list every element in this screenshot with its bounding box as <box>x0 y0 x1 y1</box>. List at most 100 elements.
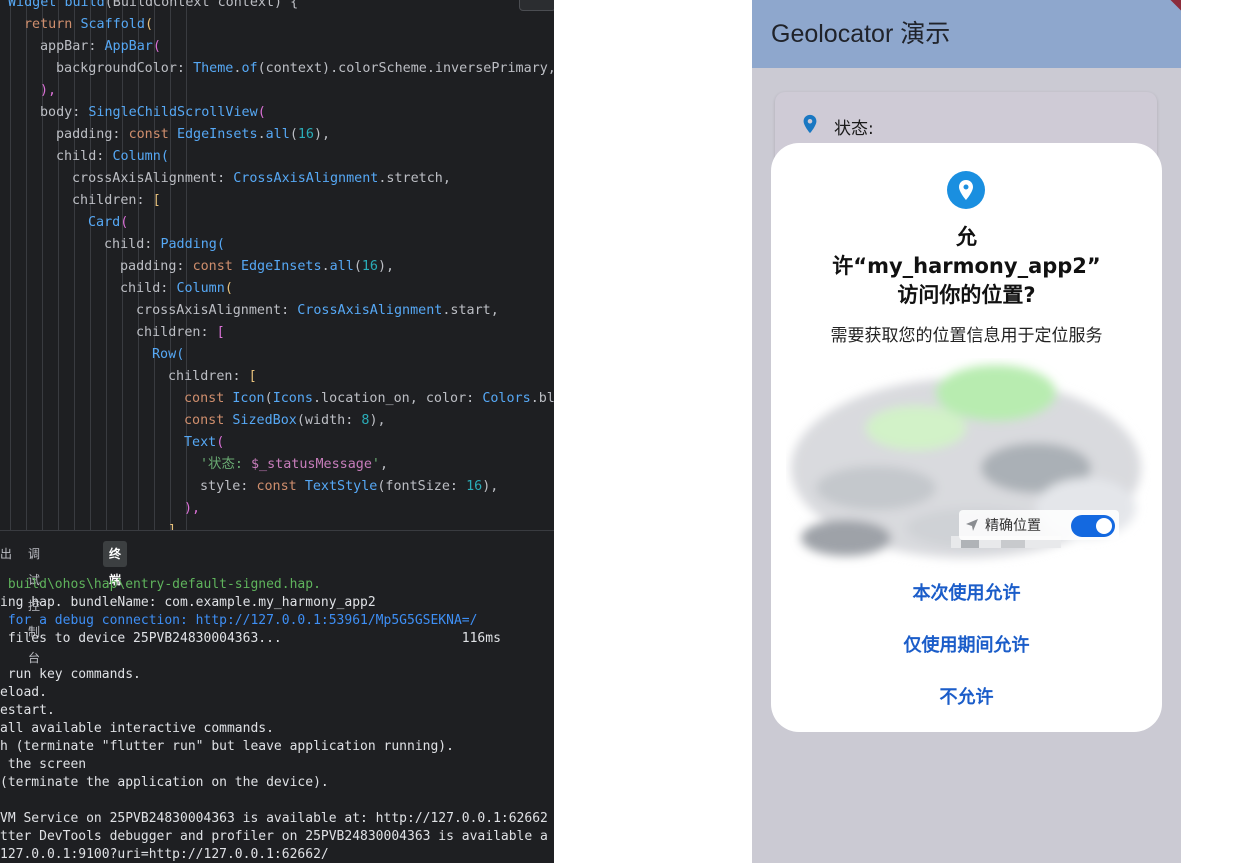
code-token: Icon <box>232 391 265 406</box>
allow-once-button[interactable]: 本次使用允许 <box>771 577 1162 611</box>
code-token: const <box>192 259 241 274</box>
code-line: '状态: $_statusMessage', <box>200 454 388 476</box>
status-label: 状态: <box>834 119 874 139</box>
terminal-line: for a debug connection: http://127.0.0.1… <box>0 613 478 628</box>
terminal-line: (terminate the application on the device… <box>0 775 329 790</box>
code-token: Card <box>88 215 121 230</box>
tab-terminal[interactable]: 终端 <box>103 541 128 587</box>
code-token: child: <box>56 149 113 164</box>
code-line: style: const TextStyle(fontSize: 16), <box>200 476 498 498</box>
code-token: (width: <box>296 413 362 428</box>
code-token: backgroundColor: <box>56 61 194 76</box>
code-token: const <box>128 127 177 142</box>
code-line: padding: const EdgeInsets.all(16), <box>56 124 330 146</box>
dialog-description: 需要获取您的位置信息用于定位服务 <box>830 326 1103 346</box>
code-token: (BuildContext context) { <box>104 0 299 10</box>
code-token: ( <box>264 391 273 406</box>
code-token: 16 <box>361 259 378 274</box>
editor-scroll-widget[interactable] <box>519 0 554 11</box>
code-token: ), <box>314 127 331 142</box>
code-line: Row( <box>152 344 184 366</box>
code-line: Card( <box>88 212 128 234</box>
code-editor[interactable]: Widget build(BuildContext context) {retu… <box>0 0 554 530</box>
code-token: Theme <box>193 61 234 76</box>
code-token: of <box>241 61 258 76</box>
code-line: padding: const EdgeInsets.all(16), <box>120 256 394 278</box>
dialog-title-line: 访问你的位置? <box>897 283 1036 307</box>
code-line: child: Column( <box>120 278 233 300</box>
deny-button[interactable]: 不允许 <box>771 681 1162 715</box>
code-line: child: Column( <box>56 146 169 168</box>
terminal-line: eload. <box>0 685 47 700</box>
code-line: appBar: AppBar( <box>40 36 161 58</box>
allow-while-using-button[interactable]: 仅使用期间允许 <box>771 629 1162 663</box>
tab-debug-console[interactable]: 调试控制台 <box>22 541 46 665</box>
code-token: EdgeInsets <box>176 127 258 142</box>
terminal-line: h (terminate "flutter run" but leave app… <box>0 739 454 754</box>
code-token: ( <box>289 127 298 142</box>
code-token: ( <box>216 237 225 252</box>
code-token: .stretch, <box>378 171 451 186</box>
ide-window: Widget build(BuildContext context) {retu… <box>0 0 554 863</box>
terminal-line: 127.0.0.1:9100?uri=http://127.0.0.1:6266… <box>0 847 329 862</box>
dialog-title-line: 许“my_harmony_app2” <box>832 254 1101 278</box>
code-token: Text <box>184 435 217 450</box>
code-line: child: Padding( <box>104 234 225 256</box>
code-token: Icons <box>272 391 313 406</box>
code-token: .start, <box>442 303 499 318</box>
code-token: padding: <box>120 259 193 274</box>
terminal-line: VM Service on 25PVB24830004363 is availa… <box>0 811 548 826</box>
code-line: ], <box>168 520 184 530</box>
code-token: crossAxisAlignment: <box>136 303 298 318</box>
debug-banner <box>1160 0 1181 19</box>
location-pin-icon <box>947 171 985 209</box>
terminal-line: all available interactive commands. <box>0 721 274 736</box>
code-token: ( <box>144 17 153 32</box>
code-token: return <box>24 17 81 32</box>
code-line: children: [ <box>72 190 161 212</box>
precise-location-row: 精确位置 <box>959 510 1119 540</box>
code-token: $_statusMessage <box>250 457 372 472</box>
code-token: ), <box>482 479 499 494</box>
code-token: children: <box>168 369 249 384</box>
app-title: Geolocator 演示 <box>771 20 951 48</box>
code-token: all <box>329 259 354 274</box>
code-token: Column <box>112 149 161 164</box>
code-token: . <box>257 127 266 142</box>
code-token: ( <box>160 149 169 164</box>
code-line: backgroundColor: Theme.of(context).color… <box>56 58 554 80</box>
code-token: Colors <box>482 391 531 406</box>
precise-location-toggle[interactable] <box>1071 515 1115 537</box>
precise-location-label: 精确位置 <box>985 518 1041 534</box>
code-token: (fontSize: <box>377 479 467 494</box>
code-line: crossAxisAlignment: CrossAxisAlignment.s… <box>72 168 451 190</box>
code-token: Scaffold <box>80 17 145 32</box>
code-token: ), <box>184 501 201 516</box>
code-token: [ <box>216 325 225 340</box>
code-token: style: <box>200 479 257 494</box>
bottom-tool-panel: 出 调试控制台 终端 build\ohos\hap\entry-default-… <box>0 530 554 863</box>
terminal-line: files to device 25PVB24830004363... 116m… <box>0 631 501 646</box>
code-token: appBar: <box>40 39 105 54</box>
code-token: children: <box>72 193 153 208</box>
code-token: 16 <box>466 479 483 494</box>
indent-guide <box>10 0 11 530</box>
terminal-line: the screen <box>0 757 87 772</box>
code-token: child: <box>104 237 161 252</box>
code-token: ( <box>176 347 185 362</box>
phone-screen: Geolocator 演示 状态: 允 许“my_harmony_app2” 访… <box>752 0 1181 863</box>
toggle-knob <box>1096 518 1112 534</box>
code-token: body: <box>40 105 89 120</box>
tab-output[interactable]: 出 <box>0 541 18 567</box>
code-token: ( <box>353 259 362 274</box>
code-token: .location_on, color: <box>313 391 483 406</box>
code-token: ], <box>168 523 184 530</box>
code-token: ), <box>369 413 386 428</box>
code-token: const <box>256 479 305 494</box>
code-line: crossAxisAlignment: CrossAxisAlignment.s… <box>136 300 499 322</box>
code-token: SizedBox <box>232 413 297 428</box>
terminal-line: run key commands. <box>0 667 141 682</box>
code-token: [ <box>152 193 161 208</box>
code-token: children: <box>136 325 217 340</box>
code-line: children: [ <box>168 366 257 388</box>
